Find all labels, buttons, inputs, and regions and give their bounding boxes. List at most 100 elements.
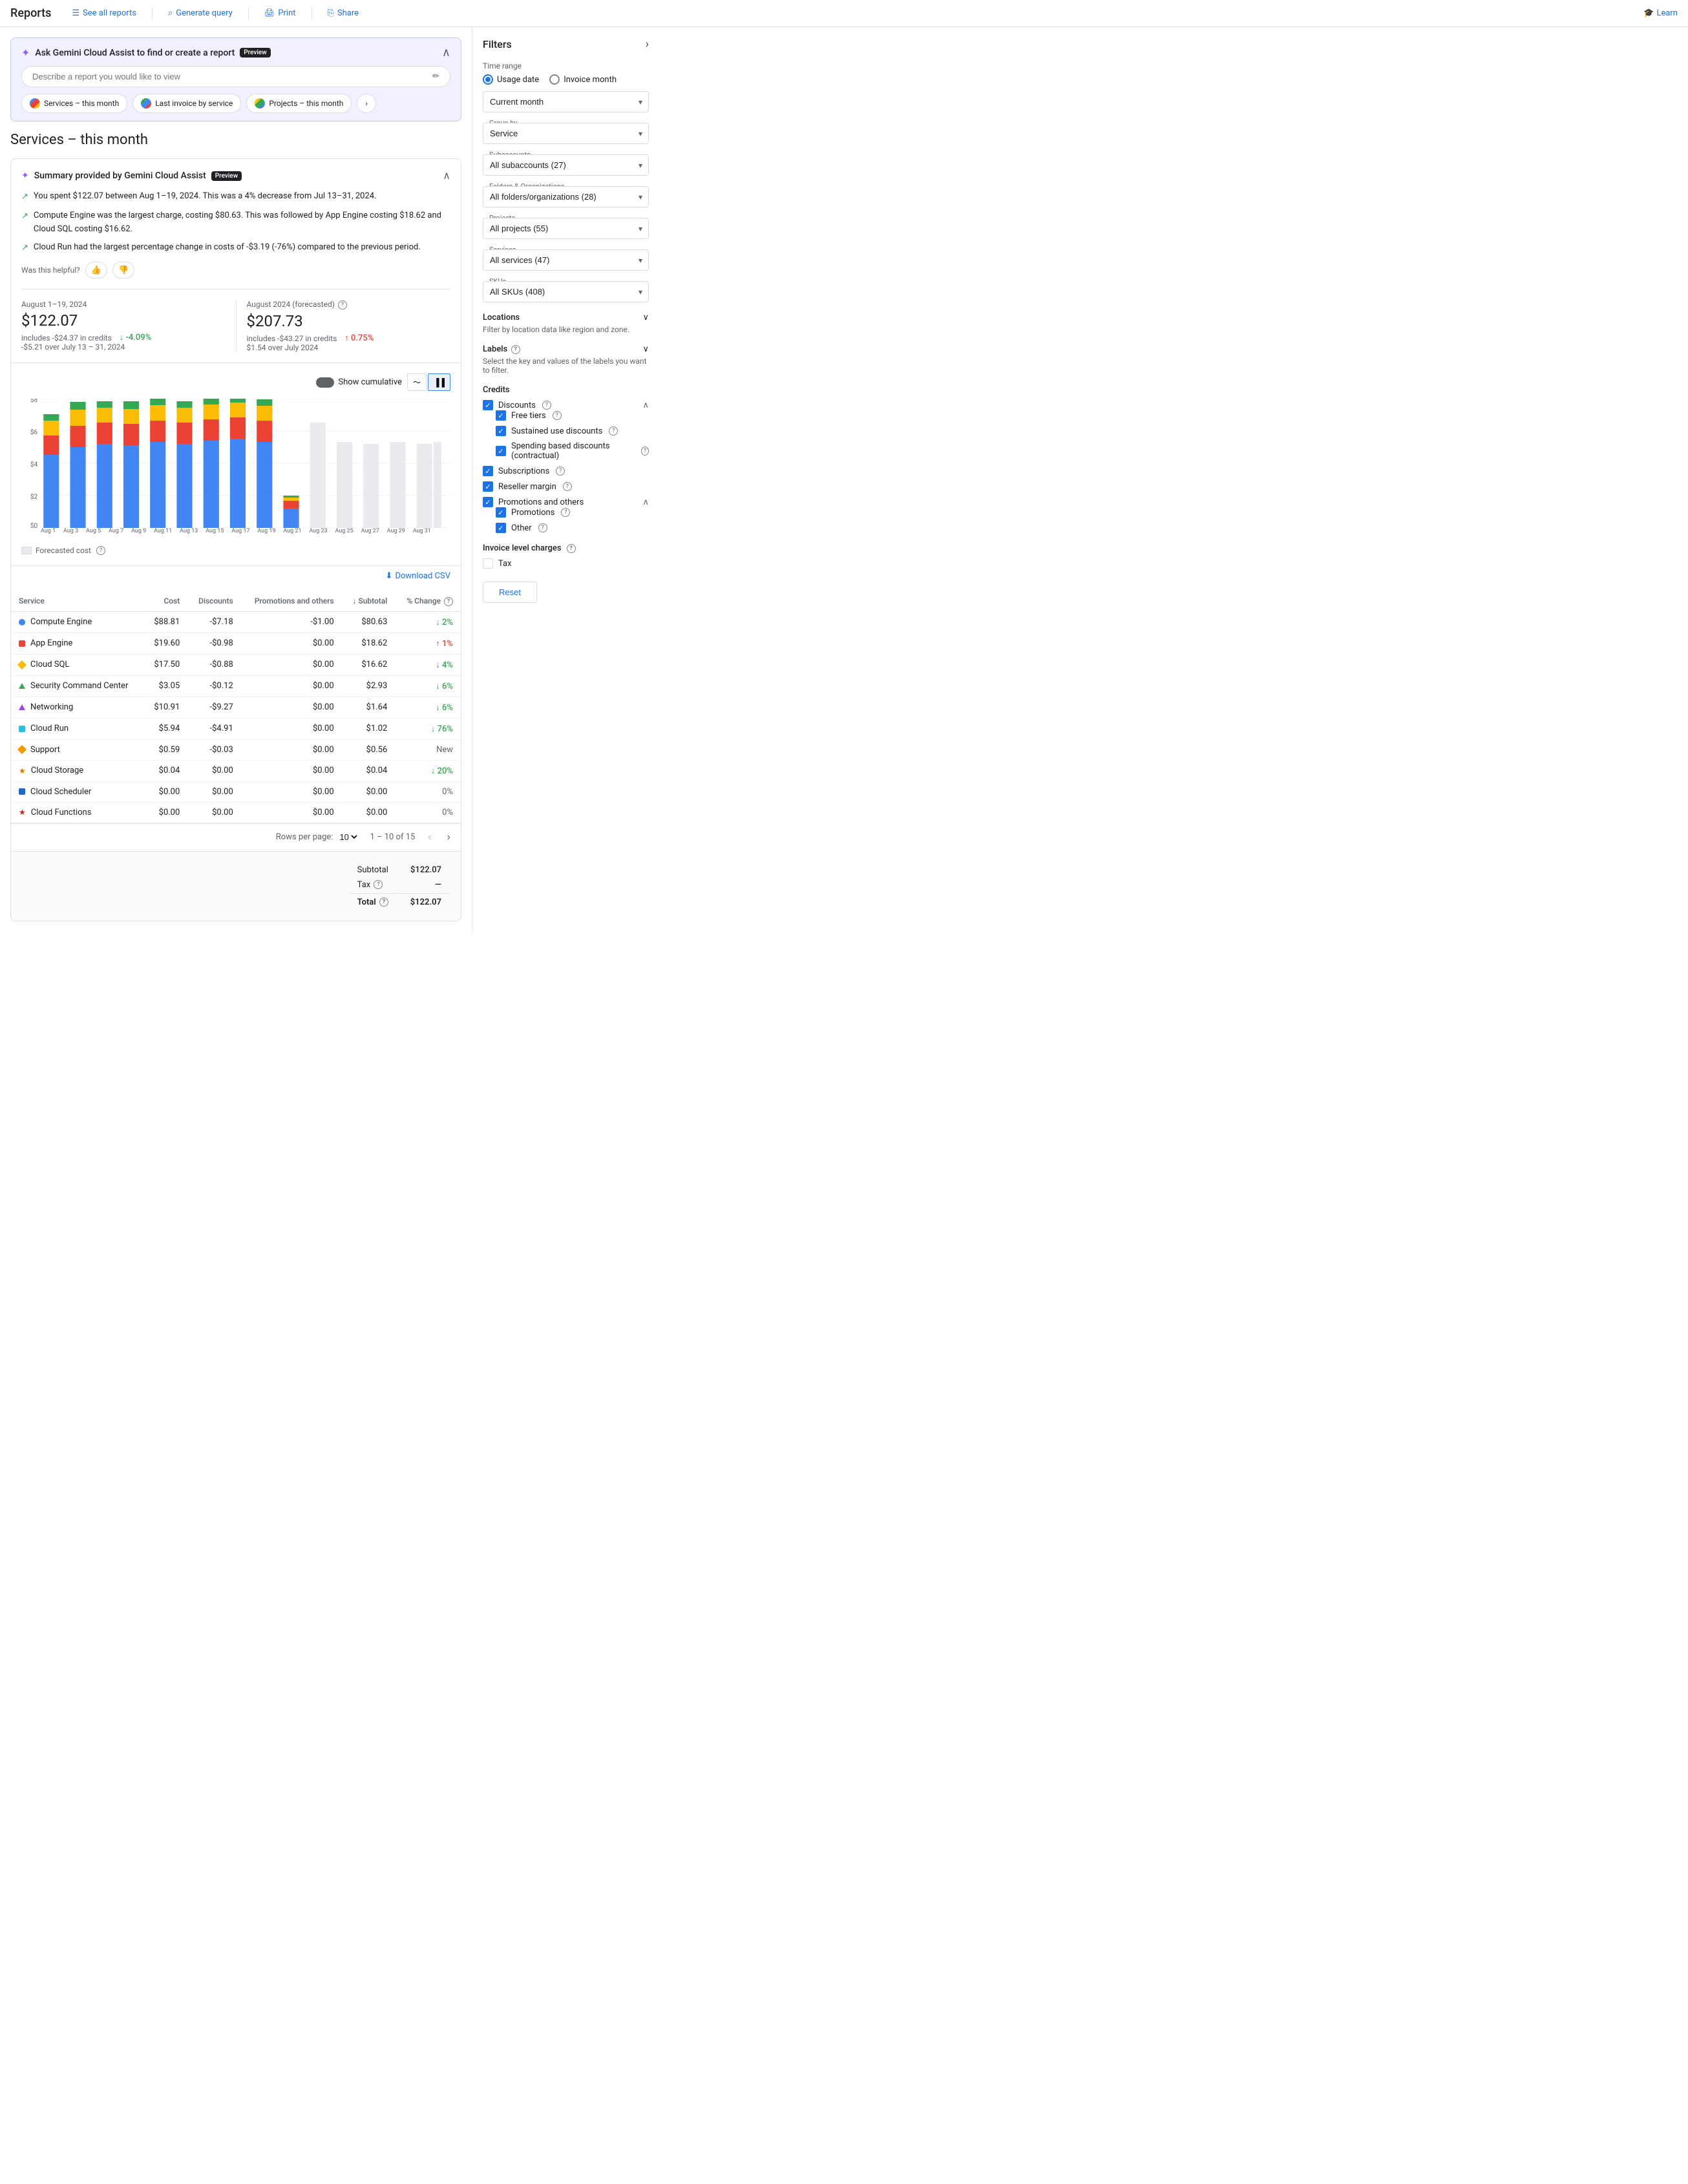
thumbs-up-btn[interactable]: 👍: [85, 262, 107, 278]
tax-help-icon[interactable]: ?: [374, 880, 383, 889]
reset-button[interactable]: Reset: [483, 582, 537, 603]
services-filter-select[interactable]: All services (47): [483, 249, 649, 271]
page-title: Services – this month: [10, 132, 461, 148]
change-help-icon[interactable]: ?: [444, 597, 453, 606]
main-content: ✦ Ask Gemini Cloud Assist to find or cre…: [0, 27, 472, 932]
subtotal-cell: $18.62: [342, 633, 396, 654]
change-cell: New: [395, 739, 461, 760]
credits-section: Credits ✓ Discounts ? ∧ ✓ Free tiers ? ✓…: [483, 385, 649, 533]
generate-query-link[interactable]: ⌕ Generate query: [168, 8, 233, 18]
gemini-send-icon[interactable]: ✏: [432, 72, 439, 81]
gemini-bar-title: ✦ Ask Gemini Cloud Assist to find or cre…: [21, 47, 271, 59]
tax-value: —: [397, 878, 449, 892]
current-month-wrapper: Current month: [483, 91, 649, 112]
print-link[interactable]: 🖨 Print: [264, 8, 296, 18]
discounts-checkbox[interactable]: ✓: [483, 400, 493, 410]
table-section: ⬇ Download CSV Service Cost Discounts Pr…: [11, 566, 461, 921]
discounts-cell: $0.00: [187, 760, 240, 781]
labels-header[interactable]: Labels ? ∨: [483, 344, 649, 354]
chip-services[interactable]: Services – this month: [21, 94, 127, 113]
spending-help[interactable]: ?: [641, 446, 649, 456]
promotions-others-checkbox[interactable]: ✓: [483, 497, 493, 507]
locations-header[interactable]: Locations ∨: [483, 313, 649, 322]
other-help[interactable]: ?: [538, 523, 547, 532]
group-by-select[interactable]: Service: [483, 123, 649, 144]
line-chart-btn[interactable]: 〜: [407, 373, 427, 391]
spending-checkbox[interactable]: ✓: [496, 446, 506, 456]
share-link[interactable]: ⎘ Share: [328, 8, 359, 18]
see-all-reports-link[interactable]: ☰ See all reports: [72, 8, 136, 18]
time-range-section: Time range Usage date Invoice month Curr…: [483, 61, 649, 112]
download-csv-link[interactable]: ⬇ Download CSV: [386, 571, 450, 581]
sidebar-collapse-btn[interactable]: ›: [646, 37, 649, 51]
chip-projects[interactable]: Projects – this month: [246, 94, 352, 113]
discounts-checkbox-row: ✓ Discounts ?: [483, 400, 551, 410]
promotions-help[interactable]: ?: [561, 508, 570, 517]
invoice-charges-help[interactable]: ?: [567, 544, 576, 553]
svg-text:$2: $2: [30, 492, 38, 501]
reseller-help[interactable]: ?: [563, 482, 572, 491]
labels-help-icon[interactable]: ?: [511, 345, 520, 354]
learn-link[interactable]: 🎓 Learn: [1643, 8, 1678, 18]
prev-page-btn[interactable]: ‹: [425, 832, 434, 843]
promotions-cell: $0.00: [241, 697, 342, 718]
subtotal-cell: $0.56: [342, 739, 396, 760]
thumbs-down-btn[interactable]: 👎: [112, 262, 134, 278]
promotions-cell: $0.00: [241, 718, 342, 739]
usage-date-radio-circle: [483, 74, 493, 85]
summary-line-3: ↗ Cloud Run had the largest percentage c…: [21, 241, 450, 255]
chip-last-invoice[interactable]: Last invoice by service: [132, 94, 241, 113]
summary-preview-badge: Preview: [211, 171, 242, 181]
subscriptions-help[interactable]: ?: [556, 467, 565, 476]
gemini-input[interactable]: [32, 72, 427, 81]
table-body: Compute Engine $88.81 -$7.18 -$1.00 $80.…: [11, 611, 461, 823]
reseller-checkbox[interactable]: ✓: [483, 481, 493, 492]
discounts-cell: -$9.27: [187, 697, 240, 718]
sustained-help[interactable]: ?: [609, 426, 618, 436]
gemini-sparkle-icon-2: ✦: [21, 171, 29, 181]
free-tiers-help[interactable]: ?: [553, 411, 562, 420]
app-layout: ✦ Ask Gemini Cloud Assist to find or cre…: [0, 27, 1688, 932]
rows-per-page-select[interactable]: 10 25 50: [337, 832, 359, 843]
toggle-switch[interactable]: [316, 377, 334, 388]
invoice-month-radio[interactable]: Invoice month: [549, 74, 617, 85]
subtotal-cell: $80.63: [342, 611, 396, 633]
free-tiers-checkbox[interactable]: ✓: [496, 410, 506, 421]
show-cumulative-toggle[interactable]: Show cumulative: [316, 377, 402, 388]
summary-collapse-btn[interactable]: ∧: [443, 169, 450, 182]
tax-checkbox-unchecked[interactable]: [483, 558, 493, 569]
cost-cell: $0.59: [143, 739, 187, 760]
forecasted-help-icon-2[interactable]: ?: [96, 546, 105, 555]
service-name-cell: ★ Cloud Functions: [11, 802, 143, 823]
filters-sidebar: Filters › Time range Usage date Invoice …: [472, 27, 659, 932]
forecasted-help-icon[interactable]: ?: [338, 300, 347, 310]
chip-more[interactable]: ›: [357, 94, 376, 113]
gemini-collapse-btn[interactable]: ∧: [442, 46, 450, 59]
service-name-cell: Networking: [11, 697, 143, 718]
service-name-cell: App Engine: [11, 633, 143, 654]
subtotal-cell: $0.04: [342, 760, 396, 781]
nav-divider-3: [311, 7, 312, 20]
current-month-select[interactable]: Current month: [483, 91, 649, 112]
discounts-collapse-icon[interactable]: ∧: [642, 401, 649, 410]
promotions-collapse-icon[interactable]: ∧: [642, 498, 649, 507]
discounts-help[interactable]: ?: [542, 401, 551, 410]
promotions-checkbox[interactable]: ✓: [496, 507, 506, 518]
subaccounts-select[interactable]: All subaccounts (27): [483, 154, 649, 176]
sustained-checkbox[interactable]: ✓: [496, 426, 506, 436]
trend-up-icon: ↗: [21, 191, 28, 204]
other-checkbox-row: ✓ Other ?: [496, 523, 649, 533]
usage-date-radio[interactable]: Usage date: [483, 74, 539, 85]
folders-select[interactable]: All folders/organizations (28): [483, 186, 649, 207]
skus-select[interactable]: All SKUs (408): [483, 281, 649, 302]
service-name-cell: Cloud Run: [11, 718, 143, 739]
discounts-cell: -$0.12: [187, 675, 240, 697]
spending-checkbox-row: ✓ Spending based discounts (contractual)…: [496, 441, 649, 461]
next-page-btn[interactable]: ›: [445, 832, 453, 843]
other-checkbox[interactable]: ✓: [496, 523, 506, 533]
total-help-icon[interactable]: ?: [379, 898, 388, 907]
subscriptions-checkbox[interactable]: ✓: [483, 466, 493, 476]
bar-other-0: [43, 414, 59, 421]
bar-chart-btn[interactable]: ▐▐: [428, 373, 450, 391]
projects-select[interactable]: All projects (55): [483, 218, 649, 239]
